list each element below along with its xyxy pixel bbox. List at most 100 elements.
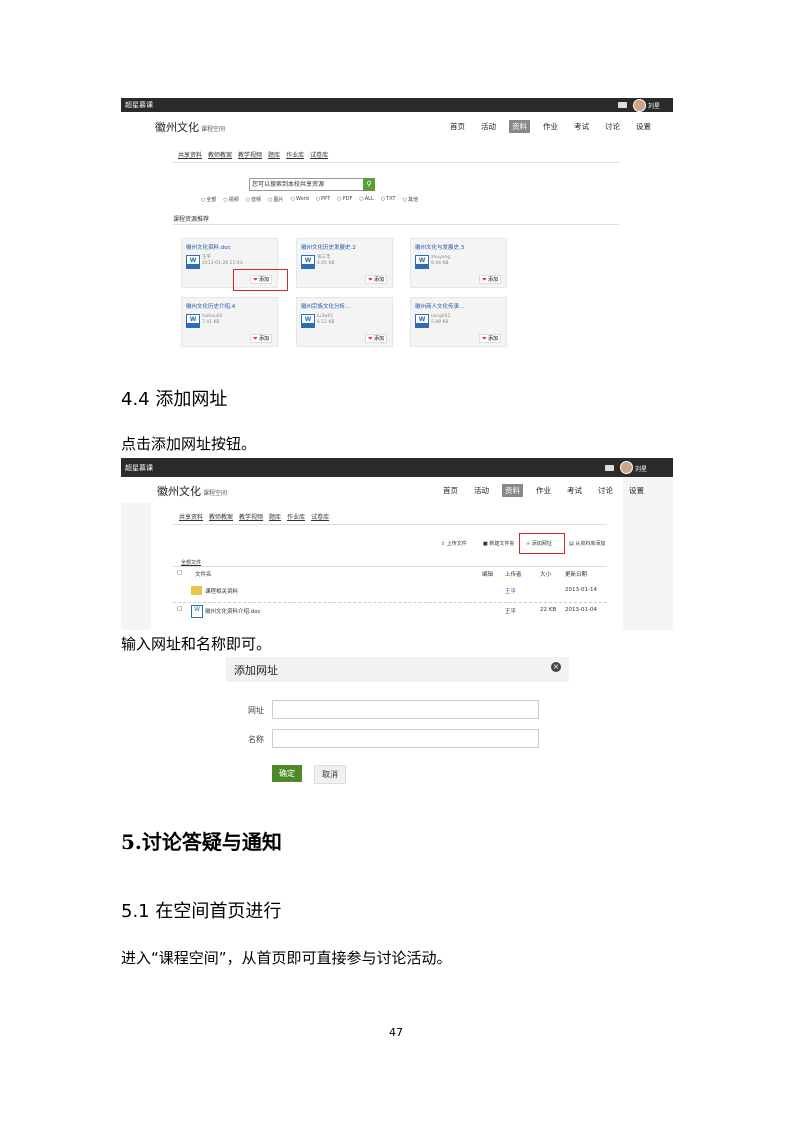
select-all-checkbox[interactable]: □	[177, 570, 182, 576]
nav-activity[interactable]: 活动	[478, 120, 499, 133]
nav-exam[interactable]: 考试	[571, 120, 592, 133]
doc-badge-icon	[186, 264, 200, 268]
avatar[interactable]	[620, 461, 633, 474]
doc-badge-icon	[186, 323, 200, 327]
favorite-button[interactable]: ❤ 添加	[365, 275, 387, 284]
favorite-button[interactable]: ❤ 添加	[250, 334, 272, 343]
resource-card[interactable]: 徽州商人文化传承... W laingli02 5.88 KB ❤ 添加	[410, 297, 507, 347]
close-icon[interactable]: ×	[551, 662, 561, 672]
filter-pdf[interactable]: PDF	[337, 196, 353, 203]
filter-other[interactable]: 其他	[403, 196, 418, 203]
filter-all-types[interactable]: ALL	[359, 196, 374, 203]
nav-settings[interactable]: 设置	[626, 484, 647, 497]
nav-resources[interactable]: 资料	[509, 120, 530, 133]
card-meta: zhuyong 8.44 KB	[431, 255, 451, 266]
subnav-homework-bank[interactable]: 作业库	[286, 150, 304, 159]
table-row[interactable]: 课程相关资料 王平 2013-01-14	[177, 586, 607, 600]
subnav-homework-bank[interactable]: 作业库	[287, 512, 305, 521]
cancel-button[interactable]: 取消	[314, 765, 346, 784]
filter-audio[interactable]: 音频	[246, 196, 261, 203]
breadcrumb[interactable]: 全部文件	[181, 559, 201, 566]
favorite-button[interactable]: ❤ 添加	[479, 334, 501, 343]
mail-icon[interactable]	[618, 102, 627, 108]
card-title[interactable]: 徽州文化历史发展史.2	[301, 243, 356, 251]
paragraph-enter-space: 进入“课程空间”，从首页即可直接参与讨论活动。	[121, 949, 452, 967]
subnav-paper-bank[interactable]: 试卷库	[310, 150, 328, 159]
subnav-shared[interactable]: 共享资料	[179, 512, 203, 521]
subnav-plans[interactable]: 教师教案	[208, 150, 232, 159]
url-input[interactable]	[272, 700, 539, 719]
resource-card[interactable]: 徽州文化历史介绍.4 W lazhou02 7.41 KB ❤ 添加	[181, 297, 278, 347]
filter-txt[interactable]: TXT	[381, 196, 395, 203]
file-type-filters: 全部 视频 音频 图片 Word PPT PDF ALL TXT 其他	[201, 196, 418, 203]
subnav-paper-bank[interactable]: 试卷库	[311, 512, 329, 521]
search-icon[interactable]: ⚲	[363, 178, 375, 191]
file-name[interactable]: 课程相关资料	[205, 587, 238, 595]
subnav-shared[interactable]: 共享资料	[178, 150, 202, 159]
folder-icon: ■	[483, 541, 488, 547]
col-filename[interactable]: 文件名	[195, 570, 212, 578]
name-input[interactable]	[272, 729, 539, 748]
filter-ppt[interactable]: PPT	[316, 196, 330, 203]
nav-settings[interactable]: 设置	[633, 120, 654, 133]
resource-card[interactable]: 徽州文化与发展史.3 W zhuyong 8.44 KB ❤ 添加	[410, 238, 507, 288]
divider	[173, 566, 607, 567]
dialog-header: 添加网址 ×	[226, 657, 569, 682]
brand-logo: 超星慕课	[125, 464, 153, 472]
table-row[interactable]: □ W 徽州文化资料介绍.doc 王平 22 KB 2013-01-04	[177, 605, 607, 620]
nav-discussion[interactable]: 讨论	[595, 484, 616, 497]
card-title[interactable]: 徽州文化资料.doc	[186, 243, 231, 251]
nav-exam[interactable]: 考试	[564, 484, 585, 497]
col-size[interactable]: 大小	[540, 570, 551, 578]
col-date[interactable]: 更新日期	[565, 570, 587, 578]
subnav-question-bank[interactable]: 题库	[269, 512, 281, 521]
section-heading-4-4: 4.4 添加网址	[121, 389, 228, 410]
filter-image[interactable]: 图片	[268, 196, 284, 203]
file-name[interactable]: 徽州文化资料介绍.doc	[205, 607, 261, 615]
filter-all[interactable]: 全部	[201, 196, 216, 203]
nav-home[interactable]: 首页	[447, 120, 468, 133]
user-name[interactable]: 刘星	[648, 101, 660, 110]
file-date: 2013-01-14	[565, 587, 597, 593]
card-title[interactable]: 徽州商人文化传承...	[415, 302, 464, 310]
new-folder-button[interactable]: ■ 新建文件夹	[483, 540, 514, 547]
upload-file-button[interactable]: ⇧ 上传文件	[441, 540, 467, 547]
confirm-button[interactable]: 确定	[272, 765, 302, 782]
divider	[173, 162, 619, 163]
subnav-question-bank[interactable]: 题库	[268, 150, 280, 159]
file-date: 2013-01-04	[565, 607, 597, 613]
resource-card[interactable]: 徽州宗族文化分析... W lu3w01 6.12 KB ❤ 添加	[296, 297, 393, 347]
nav-home[interactable]: 首页	[440, 484, 461, 497]
search-input[interactable]: 您可以搜索到本校共享资源	[249, 178, 365, 191]
card-title[interactable]: 徽州文化与发展史.3	[415, 243, 464, 251]
subnav-videos[interactable]: 教学视频	[238, 150, 262, 159]
subnav-plans[interactable]: 教师教案	[209, 512, 233, 521]
col-edit: 编辑	[482, 572, 494, 578]
url-label: 网址	[248, 706, 264, 715]
favorite-button[interactable]: ❤ 添加	[365, 334, 387, 343]
mail-icon[interactable]	[605, 465, 614, 471]
card-title[interactable]: 徽州文化历史介绍.4	[186, 302, 235, 310]
course-title: 徽州文化 课程空间	[155, 121, 226, 134]
paragraph-enter-url: 输入网址和名称即可。	[121, 635, 272, 653]
col-uploader[interactable]: 上传者	[505, 570, 522, 578]
favorite-button[interactable]: ❤ 添加	[479, 275, 501, 284]
nav-homework[interactable]: 作业	[533, 484, 554, 497]
subnav-videos[interactable]: 教学视频	[239, 512, 263, 521]
nav-homework[interactable]: 作业	[540, 120, 561, 133]
card-title[interactable]: 徽州宗族文化分析...	[301, 302, 350, 310]
add-from-library-button[interactable]: ▤ 从资料库添加	[569, 540, 605, 547]
course-title: 徽州文化 课程空间	[157, 485, 228, 498]
nav-discussion[interactable]: 讨论	[602, 120, 623, 133]
filter-word[interactable]: Word	[291, 196, 309, 203]
avatar[interactable]	[633, 99, 646, 112]
nav-activity[interactable]: 活动	[471, 484, 492, 497]
nav-resources[interactable]: 资料	[502, 484, 523, 497]
resource-card[interactable]: 徽州文化历史发展史.2 W 张三丰 4.05 KB ❤ 添加	[296, 238, 393, 288]
file-owner: 王平	[505, 589, 517, 595]
filter-video[interactable]: 视频	[223, 196, 239, 203]
heart-icon: ❤	[368, 336, 373, 342]
user-name[interactable]: 刘星	[635, 464, 647, 473]
section-heading-5-1: 5.1 在空间首页进行	[121, 901, 282, 922]
row-checkbox[interactable]: □	[177, 606, 182, 612]
